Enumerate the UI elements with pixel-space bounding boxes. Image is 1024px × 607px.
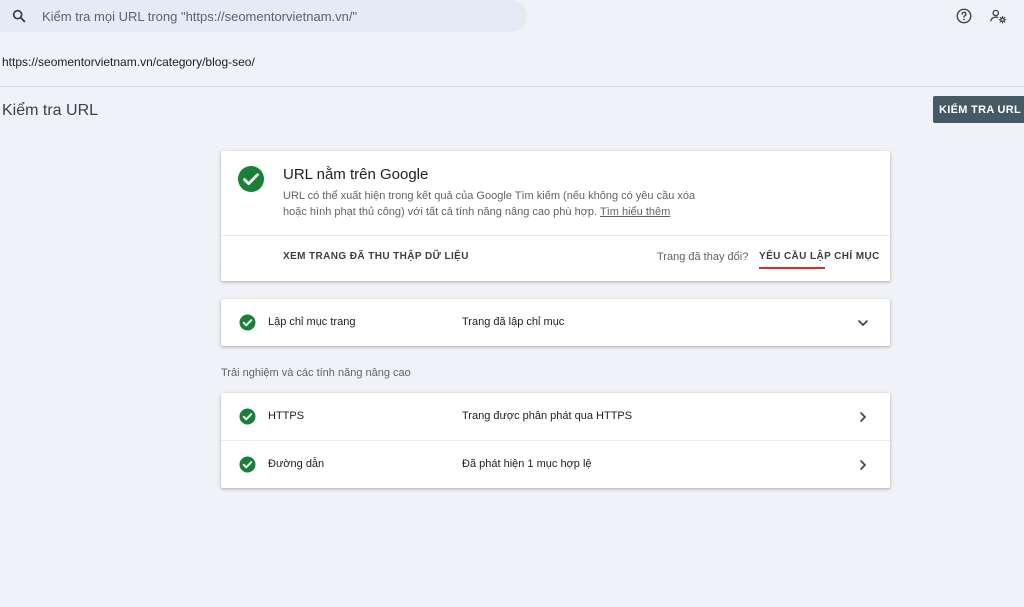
check-circle-icon bbox=[239, 456, 256, 473]
index-status-card: URL nằm trên Google URL có thể xuất hiện… bbox=[221, 151, 890, 281]
card-divider bbox=[221, 235, 890, 236]
enhancement-row-https[interactable]: HTTPS Trang được phân phát qua HTTPS bbox=[221, 393, 890, 440]
manage-users-icon[interactable] bbox=[988, 6, 1008, 26]
search-icon[interactable] bbox=[11, 8, 27, 24]
page-indexing-card: Lập chỉ mục trang Trang đã lập chỉ mục bbox=[221, 299, 890, 346]
success-check-icon bbox=[237, 165, 265, 193]
row-value: Trang được phân phát qua HTTPS bbox=[462, 410, 633, 422]
enhancements-card: HTTPS Trang được phân phát qua HTTPS Đườ… bbox=[221, 393, 890, 488]
status-description: URL có thể xuất hiện trong kết quả của G… bbox=[283, 188, 703, 220]
request-indexing-button[interactable]: YÊU CẦU LẬP CHỈ MỤC bbox=[759, 251, 880, 262]
row-name: Lập chỉ mục trang bbox=[268, 316, 356, 328]
view-crawled-page-button[interactable]: XEM TRANG ĐÃ THU THẬP DỮ LIỆU bbox=[283, 251, 469, 262]
check-circle-icon bbox=[239, 408, 256, 425]
enhancements-section-label: Trải nghiệm và các tính năng nâng cao bbox=[221, 367, 411, 379]
check-circle-icon bbox=[239, 314, 256, 331]
inspected-url: https://seomentorvietnam.vn/category/blo… bbox=[2, 55, 255, 69]
page-indexing-row[interactable]: Lập chỉ mục trang Trang đã lập chỉ mục bbox=[221, 299, 890, 346]
test-live-url-button[interactable]: KIỂM TRA URL ĐANG bbox=[933, 96, 1024, 123]
status-title: URL nằm trên Google bbox=[283, 166, 429, 183]
chevron-right-icon[interactable] bbox=[855, 457, 871, 473]
header-divider bbox=[0, 86, 1024, 87]
row-name: Đường dẫn bbox=[268, 458, 325, 470]
url-inspection-search[interactable] bbox=[0, 0, 527, 32]
highlight-underline bbox=[759, 267, 825, 269]
enhancement-row-breadcrumbs[interactable]: Đường dẫn Đã phát hiện 1 mục hợp lệ bbox=[221, 441, 890, 488]
page-title: Kiểm tra URL bbox=[2, 102, 99, 119]
status-desc-line1: URL có thể xuất hiện trong kết quả của G… bbox=[283, 190, 696, 202]
row-name: HTTPS bbox=[268, 410, 305, 422]
row-value: Trang đã lập chỉ mục bbox=[462, 316, 565, 328]
search-input[interactable] bbox=[40, 7, 484, 25]
learn-more-link[interactable]: Tìm hiểu thêm bbox=[600, 206, 670, 218]
row-value: Đã phát hiện 1 mục hợp lệ bbox=[462, 458, 592, 470]
page-changed-text: Trang đã thay đổi? bbox=[657, 251, 749, 263]
status-desc-line2: hoặc hình phạt thủ công) với tất cả tính… bbox=[283, 206, 600, 218]
chevron-right-icon[interactable] bbox=[855, 409, 871, 425]
chevron-down-icon[interactable] bbox=[855, 315, 871, 331]
help-icon[interactable] bbox=[954, 6, 974, 26]
